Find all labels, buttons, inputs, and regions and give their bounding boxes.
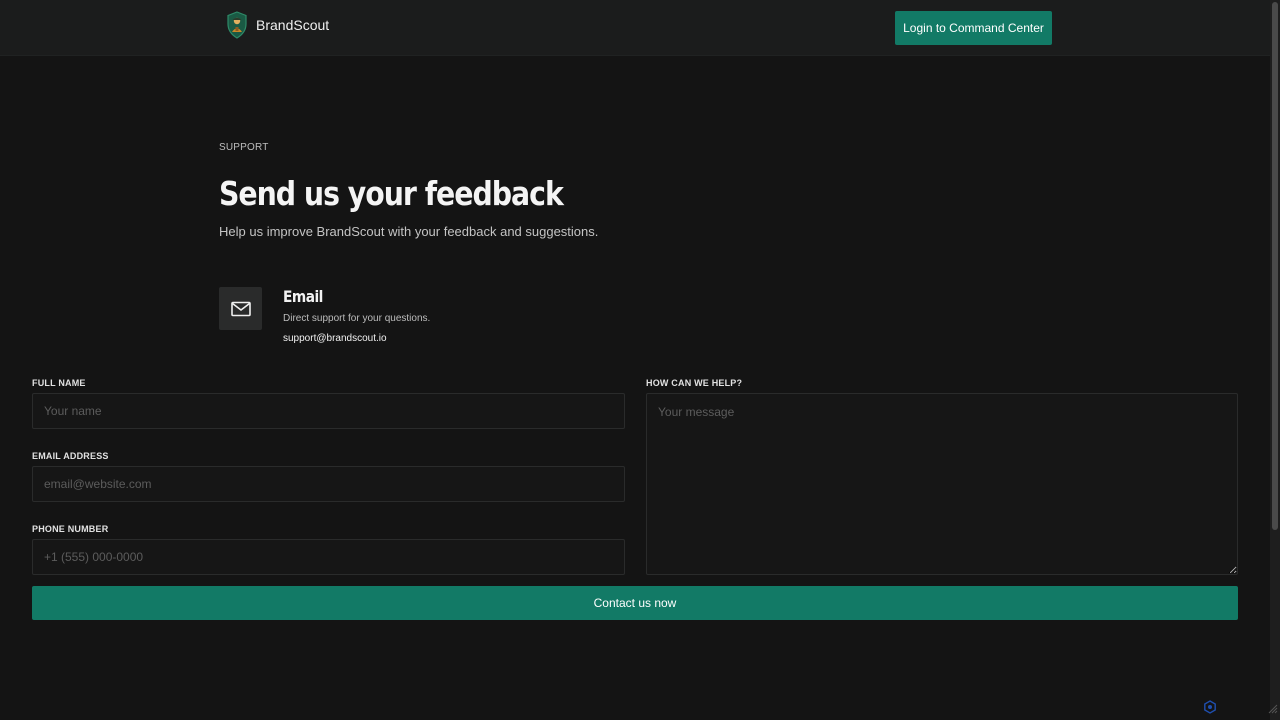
message-textarea[interactable] bbox=[646, 393, 1238, 575]
page: BrandScout Login to Command Center SUPPO… bbox=[0, 0, 1280, 720]
page-scrollbar[interactable] bbox=[1270, 0, 1280, 720]
page-subtitle: Help us improve BrandScout with your fee… bbox=[219, 224, 599, 239]
mail-icon bbox=[230, 301, 251, 316]
section-eyebrow: SUPPORT bbox=[219, 142, 269, 153]
mail-icon-box bbox=[219, 287, 262, 330]
full-name-input[interactable] bbox=[32, 393, 625, 429]
page-title: Send us your feedback bbox=[219, 174, 564, 213]
contact-method-description: Direct support for your questions. bbox=[283, 313, 431, 324]
contact-method-title: Email bbox=[283, 287, 323, 306]
site-header: BrandScout Login to Command Center bbox=[0, 0, 1270, 56]
email-address-label: EMAIL ADDRESS bbox=[32, 451, 109, 461]
widget-launcher-icon[interactable] bbox=[1203, 700, 1217, 714]
message-label: HOW CAN WE HELP? bbox=[646, 378, 743, 388]
brand-link[interactable]: BrandScout bbox=[226, 11, 329, 39]
phone-number-input[interactable] bbox=[32, 539, 625, 575]
resize-handle-icon bbox=[1268, 704, 1278, 714]
support-email-link[interactable]: support@brandscout.io bbox=[283, 333, 387, 344]
contact-us-submit-button[interactable]: Contact us now bbox=[32, 586, 1238, 620]
login-command-center-button[interactable]: Login to Command Center bbox=[895, 11, 1052, 45]
brandscout-logo-icon bbox=[227, 11, 247, 39]
full-name-label: FULL NAME bbox=[32, 378, 86, 388]
scrollbar-thumb[interactable] bbox=[1272, 2, 1278, 530]
brand-name: BrandScout bbox=[256, 17, 330, 33]
email-address-input[interactable] bbox=[32, 466, 625, 502]
phone-number-label: PHONE NUMBER bbox=[32, 524, 109, 534]
